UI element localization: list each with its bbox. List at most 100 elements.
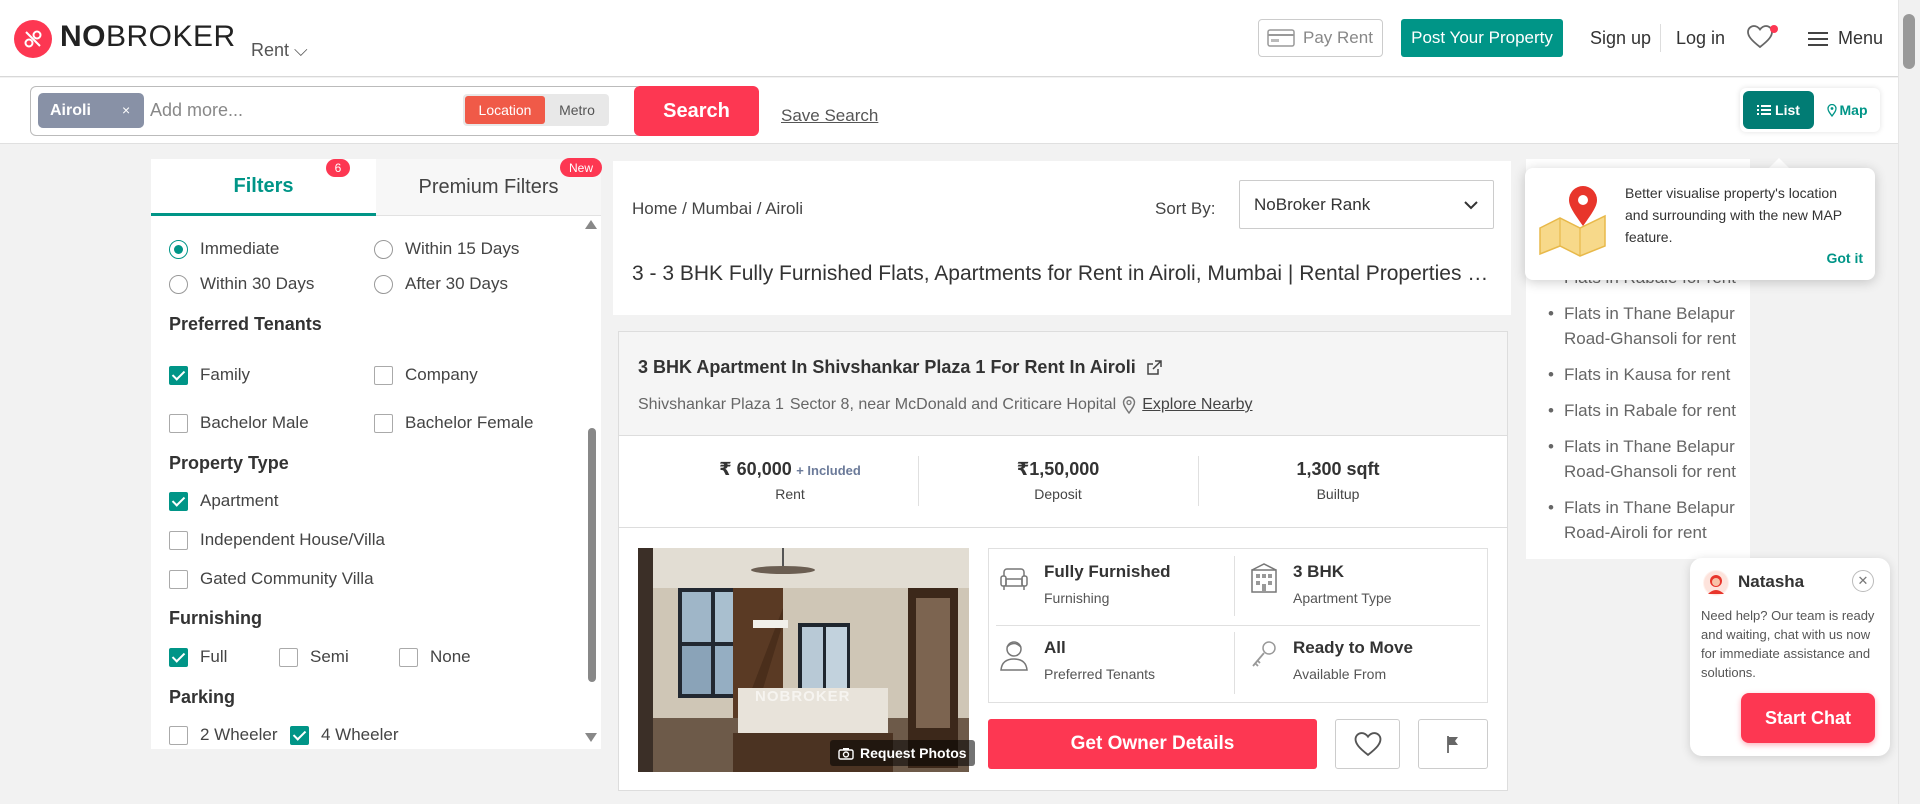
get-owner-details-button[interactable]: Get Owner Details [988, 719, 1317, 769]
tenant-company[interactable]: Company [374, 365, 478, 385]
logo-wordmark[interactable]: NOBROKER [60, 20, 236, 54]
menu-label: Menu [1838, 28, 1884, 48]
radio[interactable] [169, 274, 188, 294]
tenant-bachelor-male[interactable]: Bachelor Male [169, 413, 309, 433]
tenant-person-icon [1000, 641, 1028, 671]
request-photos-button[interactable]: Request Photos [830, 740, 975, 766]
radio-selected[interactable] [169, 239, 188, 259]
checkbox[interactable] [169, 725, 188, 745]
property-title: 3 BHK Apartment In Shivshankar Plaza 1 F… [638, 357, 1136, 377]
apartment-type-label: Apartment Type [1293, 590, 1392, 606]
parking-heading: Parking [169, 687, 236, 707]
preferred-tenants-detail: All Preferred Tenants [998, 638, 1155, 682]
list-view-label: List [1775, 102, 1800, 118]
external-link-icon[interactable] [1146, 359, 1162, 376]
sort-by-select[interactable]: NoBroker Rank [1239, 180, 1494, 229]
filters-scrollbar-thumb[interactable] [588, 428, 596, 682]
list-view-button[interactable]: List [1743, 91, 1814, 129]
builtup-stat: 1,300 sqft Builtup [1198, 459, 1478, 502]
map-view-button[interactable]: Map [1818, 91, 1876, 129]
locality-link[interactable]: Flats in Kausa for rent [1526, 362, 1750, 387]
tenant-family[interactable]: Family [169, 365, 250, 385]
log-in-link[interactable]: Log in [1676, 28, 1725, 49]
availability-30-days[interactable]: Within 30 Days [169, 274, 314, 294]
credit-card-icon [1267, 29, 1295, 47]
map-feature-tooltip: Better visualise property's location and… [1525, 168, 1875, 280]
checkbox[interactable] [169, 413, 188, 433]
chat-close-icon[interactable]: ✕ [1852, 570, 1874, 592]
search-input[interactable] [150, 93, 450, 128]
page-scrollbar-thumb[interactable] [1903, 14, 1915, 69]
metro-toggle-button[interactable]: Metro [547, 96, 607, 124]
option-label: Within 30 Days [200, 274, 315, 293]
grid-divider [1234, 632, 1235, 694]
start-chat-button[interactable]: Start Chat [1741, 693, 1875, 743]
checkbox-checked[interactable] [169, 647, 188, 667]
preferred-tenants-value: All [1044, 638, 1066, 657]
checkbox[interactable] [374, 365, 393, 385]
locality-link[interactable]: Flats in Rabale for rent [1526, 398, 1750, 423]
sign-up-link[interactable]: Sign up [1590, 28, 1651, 49]
checkbox[interactable] [399, 647, 418, 667]
checkbox-checked[interactable] [169, 365, 188, 385]
menu-button[interactable]: Menu [1808, 28, 1883, 49]
heart-icon [1354, 731, 1381, 756]
preferred-tenants-label: Preferred Tenants [1044, 666, 1156, 682]
checkbox[interactable] [169, 569, 188, 589]
explore-nearby-link[interactable]: Explore Nearby [1142, 396, 1252, 414]
furnishing-none[interactable]: None [399, 647, 471, 667]
property-title-link[interactable]: 3 BHK Apartment In Shivshankar Plaza 1 F… [638, 357, 1162, 378]
shortlist-button[interactable] [1335, 719, 1400, 769]
checkbox[interactable] [279, 647, 298, 667]
sort-value: NoBroker Rank [1254, 194, 1371, 214]
hamburger-icon [1808, 31, 1828, 46]
scroll-down-arrow-icon[interactable] [585, 733, 597, 742]
breadcrumb[interactable]: Home / Mumbai / Airoli [632, 199, 803, 219]
report-button[interactable] [1418, 719, 1488, 769]
map-view-label: Map [1839, 102, 1868, 118]
locality-link[interactable]: Flats in Thane Belapur Road-Ghansoli for… [1526, 434, 1750, 484]
checkbox-checked[interactable] [169, 491, 188, 511]
furnishing-full[interactable]: Full [169, 647, 227, 667]
option-label: Gated Community Villa [200, 569, 374, 588]
deposit-label: Deposit [1034, 486, 1082, 502]
search-button[interactable]: Search [634, 86, 759, 136]
rent-dropdown[interactable]: Rent ⌵ [251, 40, 308, 61]
got-it-button[interactable]: Got it [1826, 250, 1863, 266]
tenant-bachelor-female[interactable]: Bachelor Female [374, 413, 534, 433]
availability-15-days[interactable]: Within 15 Days [374, 239, 519, 259]
chip-close-icon[interactable]: × [122, 102, 130, 118]
location-toggle-button[interactable]: Location [465, 96, 545, 124]
post-property-button[interactable]: Post Your Property [1401, 19, 1563, 57]
checkbox[interactable] [169, 530, 188, 550]
property-type-independent-house[interactable]: Independent House/Villa [169, 530, 385, 550]
page-scrollbar[interactable] [1898, 0, 1920, 804]
radio[interactable] [374, 239, 393, 259]
checkbox[interactable] [374, 413, 393, 433]
property-type-gated-villa[interactable]: Gated Community Villa [169, 569, 374, 589]
rent-stat: ₹ 60,000 + Included Rent [660, 459, 920, 502]
scroll-up-arrow-icon[interactable] [585, 220, 597, 229]
pay-rent-button[interactable]: Pay Rent [1258, 19, 1383, 57]
parking-4-wheeler[interactable]: 4 Wheeler [290, 725, 398, 745]
grid-divider [996, 625, 1480, 626]
parking-2-wheeler[interactable]: 2 Wheeler [169, 725, 277, 745]
flag-icon [1447, 736, 1458, 753]
stats-divider [619, 527, 1507, 528]
building-icon [1251, 563, 1277, 593]
nobroker-logo-icon[interactable] [14, 20, 52, 58]
radio[interactable] [374, 274, 393, 294]
property-type-apartment[interactable]: Apartment [169, 491, 278, 511]
property-photo[interactable] [638, 548, 969, 772]
locality-link[interactable]: Flats in Thane Belapur Road-Ghansoli for… [1526, 301, 1750, 351]
furnishing-value: Fully Furnished [1044, 562, 1171, 581]
property-address: Shivshankar Plaza 1 Sector 8, near McDon… [638, 396, 1253, 414]
property-card-header [619, 332, 1507, 436]
availability-immediate[interactable]: Immediate [169, 239, 279, 259]
option-label: Bachelor Male [200, 413, 309, 432]
checkbox-checked[interactable] [290, 725, 309, 745]
availability-after-30-days[interactable]: After 30 Days [374, 274, 508, 294]
locality-link[interactable]: Flats in Thane Belapur Road-Airoli for r… [1526, 495, 1750, 545]
save-search-link[interactable]: Save Search [781, 106, 878, 126]
furnishing-semi[interactable]: Semi [279, 647, 349, 667]
